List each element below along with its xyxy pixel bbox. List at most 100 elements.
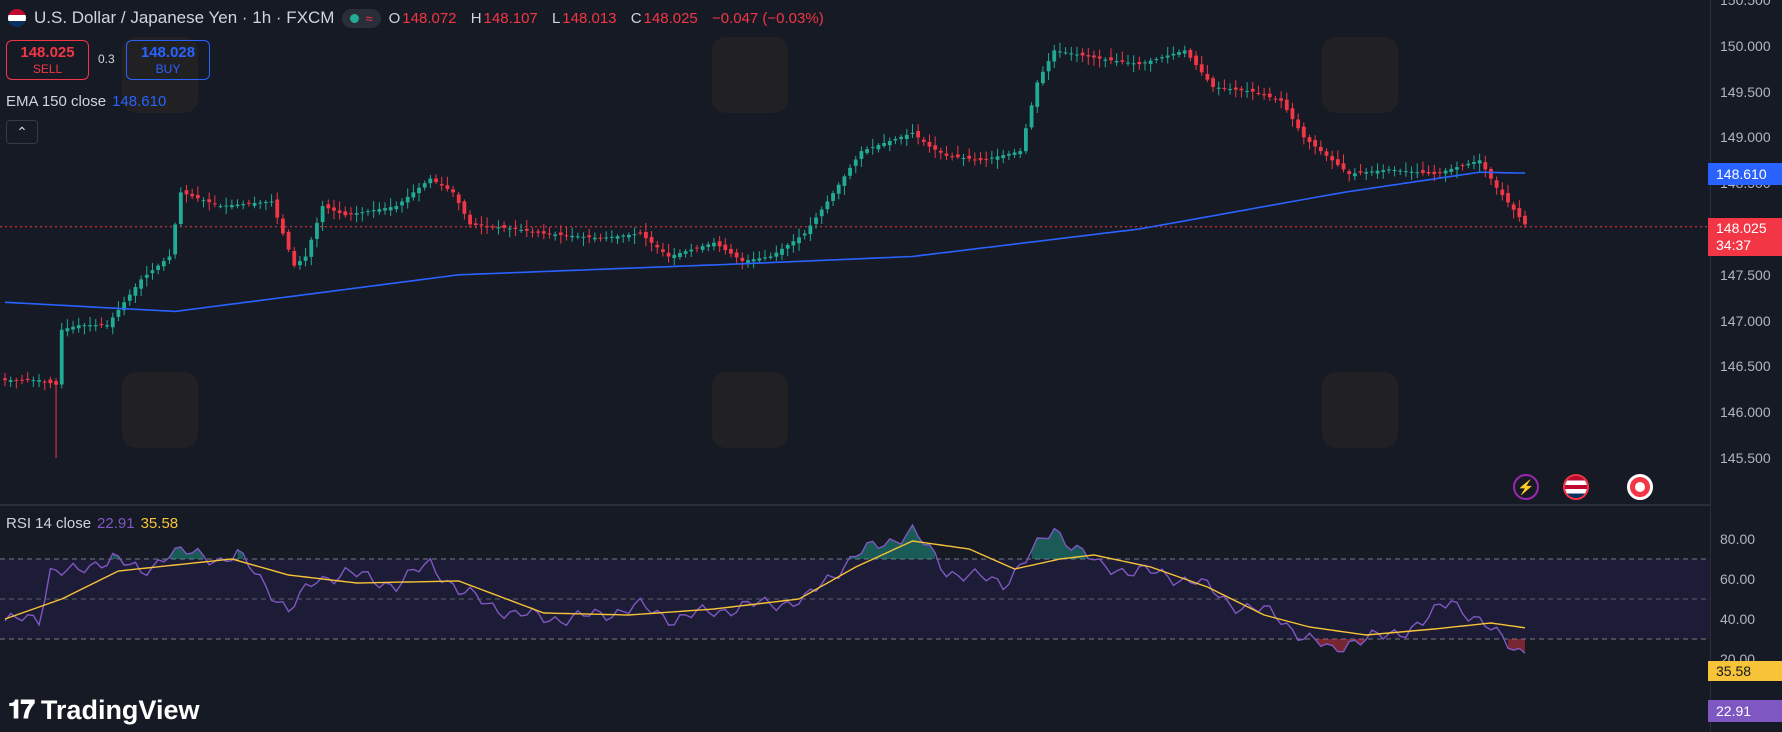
candle-body [343,211,348,216]
candle-body [93,325,98,327]
change-value: −0.047 (−0.03%) [711,9,824,27]
candle-body [1126,62,1130,64]
candle-body [916,131,921,138]
watermark-badge [122,372,198,448]
candle-body [116,309,121,317]
candle-body [258,202,263,204]
ema-150-line [4,171,1526,313]
bolt-icon[interactable]: ⚡ [1513,474,1539,500]
candle-body [167,256,172,261]
candle-body [1517,208,1522,218]
candle-body [842,176,847,186]
candle-body [445,185,450,189]
candle-body [1109,57,1113,61]
candle-body [263,202,268,204]
candle-body [944,153,949,156]
ema-legend[interactable]: EMA 150 close 148.610 [6,93,166,110]
pane-divider[interactable] [0,504,1710,506]
symbol-title[interactable]: U.S. Dollar / Japanese Yen · 1h · FXCM [34,8,334,28]
candle-body [1233,87,1238,90]
candle-body [570,235,575,238]
candle-body [1364,172,1369,174]
rsi-legend[interactable]: RSI 14 close 22.91 35.58 [6,515,178,532]
candle-body [1177,52,1181,55]
candle-body [1143,62,1147,64]
candle-body [229,205,234,208]
candle-body [1296,119,1301,129]
us-flag-icon[interactable] [1563,474,1589,500]
candle-body [638,232,643,234]
candle-body [462,201,467,214]
low-value: 148.013 [562,9,617,27]
candle-body [615,236,620,239]
candle-body [791,241,796,246]
candle-body [1052,50,1057,62]
candle-body [473,223,478,225]
candle-body [1426,171,1431,174]
close-value: 148.025 [643,9,698,27]
last-price-value: 148.025 [1716,220,1767,236]
candle-body [235,204,240,207]
candle-body [1188,49,1193,58]
price-chart[interactable] [0,0,1782,504]
candle-body [502,225,507,228]
candle-body [904,134,909,140]
candle-body [819,209,824,217]
candle-body [536,231,541,233]
candle-body [292,251,297,266]
candle-body [558,232,563,235]
candle-body [1171,53,1176,56]
candle-body [1035,82,1040,107]
candle-body [241,204,246,206]
record-icon[interactable] [1627,474,1653,500]
candle-body [1250,88,1255,92]
candle-body [246,202,251,204]
candle-body [655,244,660,248]
buy-button[interactable]: 148.028 BUY [126,40,210,80]
candle-body [377,209,382,212]
candle-body [1222,87,1227,89]
candle-body [371,210,376,212]
candle-body [422,183,427,188]
sell-button[interactable]: 148.025 SELL [6,40,89,80]
candle-body [1148,60,1153,64]
open-value: 148.072 [402,9,457,27]
candle-body [303,256,308,261]
tradingview-brand[interactable]: 𝟏𝟕 TradingView [8,694,199,726]
candle-body [3,378,7,381]
candle-body [1075,54,1079,56]
candle-body [224,205,229,207]
market-open-dot-icon [350,13,360,23]
candle-body [1216,87,1221,89]
chevron-up-icon: ⌃ [16,124,28,140]
candle-body [780,248,784,255]
candle-body [485,226,489,228]
rsi-ma-legend-value: 35.58 [140,515,179,532]
candle-body [139,279,144,289]
sell-label: SELL [32,62,63,76]
candle-body [1449,168,1454,172]
candle-body [695,247,699,249]
collapse-legend-button[interactable]: ⌃ [6,120,38,144]
candle-body [326,204,331,209]
candle-body [1290,108,1295,120]
watermark-badge [1322,37,1398,113]
market-status-pill[interactable]: ≈ [342,8,381,28]
candle-body [836,184,841,194]
candle-body [354,213,359,215]
candle-body [1307,137,1312,142]
candle-body [8,380,13,382]
candle-body [1063,52,1068,54]
rsi-pane[interactable] [0,506,1782,732]
candle-body [1205,73,1210,80]
candle-body [1029,105,1034,128]
candle-body [604,237,609,239]
ema-price-tag: 148.610 [1708,163,1782,185]
price-axis-border [1710,0,1711,732]
candle-body [797,237,801,244]
candle-body [961,158,966,160]
candle-body [281,218,285,234]
candle-body [1511,204,1516,210]
candle-body [71,326,75,330]
candle-body [309,239,314,257]
